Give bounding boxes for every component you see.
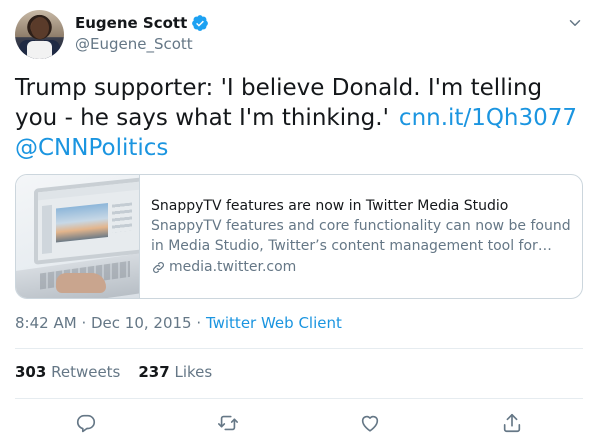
tweet-stats: 303 Retweets 237 Likes: [15, 362, 212, 382]
tweet-time[interactable]: 8:42 AM: [15, 314, 77, 332]
tweet-source[interactable]: Twitter Web Client: [206, 314, 342, 332]
card-image: [16, 175, 140, 298]
verified-badge-icon: [191, 14, 209, 32]
laptop-screen: [34, 177, 139, 265]
reply-icon[interactable]: [75, 412, 97, 434]
tweet-text: Trump supporter: 'I believe Donald. I'm …: [15, 73, 585, 163]
laptop-lines: [112, 202, 132, 233]
card-description: SnappyTV features and core functionality…: [151, 218, 571, 254]
card-title: SnappyTV features are now in Twitter Med…: [151, 198, 509, 214]
link-icon: [151, 260, 166, 275]
hand: [56, 273, 106, 293]
laptop-topbar: [38, 181, 139, 201]
tweet-link[interactable]: cnn.it/1Qh3077: [399, 105, 577, 131]
display-name[interactable]: Eugene Scott: [75, 14, 187, 32]
retweets-count: 303: [15, 363, 47, 381]
card-domain-text: media.twitter.com: [169, 259, 297, 275]
likes-count: 237: [138, 363, 170, 381]
retweets-stat[interactable]: 303 Retweets: [15, 363, 120, 381]
tweet: Eugene Scott @Eugene_Scott Trump support…: [0, 0, 598, 447]
divider-top: [15, 348, 583, 349]
share-icon[interactable]: [501, 412, 523, 434]
name-row: Eugene Scott: [75, 13, 209, 33]
laptop-sidebar: [42, 204, 52, 254]
link-preview-card[interactable]: SnappyTV features are now in Twitter Med…: [15, 174, 583, 299]
divider-bottom: [15, 398, 583, 399]
tweet-date[interactable]: Dec 10, 2015: [91, 314, 192, 332]
card-body: SnappyTV features are now in Twitter Med…: [151, 196, 571, 277]
retweets-label: Retweets: [51, 363, 121, 381]
likes-label: Likes: [174, 363, 213, 381]
user-name-block: Eugene Scott @Eugene_Scott: [75, 13, 209, 53]
likes-stat[interactable]: 237 Likes: [138, 363, 212, 381]
avatar-shirt: [27, 41, 52, 59]
retweet-icon[interactable]: [217, 412, 239, 434]
user-handle[interactable]: @Eugene_Scott: [75, 35, 209, 53]
avatar-head: [31, 17, 49, 39]
heart-icon[interactable]: [359, 412, 381, 434]
laptop-video: [56, 203, 108, 243]
avatar[interactable]: [15, 10, 64, 59]
chevron-down-icon[interactable]: [566, 14, 584, 32]
tweet-meta: 8:42 AM · Dec 10, 2015 · Twitter Web Cli…: [15, 313, 342, 333]
meta-separator-1: ·: [81, 314, 87, 332]
meta-separator-2: ·: [196, 314, 202, 332]
card-domain: media.twitter.com: [151, 257, 571, 277]
tweet-mention[interactable]: @CNNPolitics: [15, 135, 168, 161]
